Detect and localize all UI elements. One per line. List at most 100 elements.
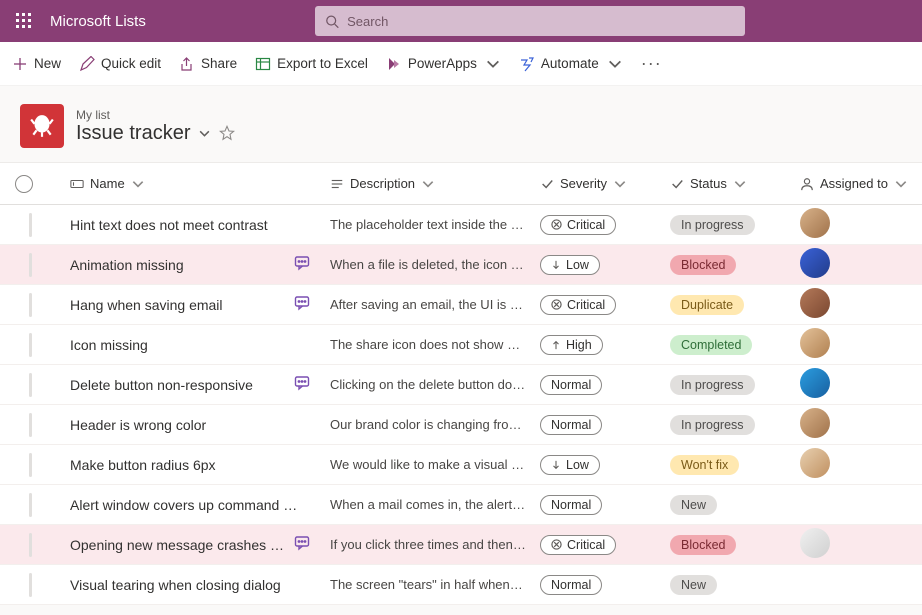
column-assigned-to[interactable]: Assigned to <box>800 176 910 191</box>
column-severity[interactable]: Severity <box>540 176 670 191</box>
cell-status[interactable]: New <box>670 575 800 595</box>
export-label: Export to Excel <box>277 56 368 71</box>
cell-assigned-to[interactable] <box>800 328 910 361</box>
table-row[interactable]: Header is wrong colorOur brand color is … <box>0 405 922 445</box>
column-status[interactable]: Status <box>670 176 800 191</box>
avatar[interactable] <box>800 368 830 398</box>
cell-status[interactable]: Blocked <box>670 535 800 555</box>
cell-severity[interactable]: Critical <box>540 215 670 235</box>
table-row[interactable]: Visual tearing when closing dialogThe sc… <box>0 565 922 605</box>
command-bar: New Quick edit Share Export to Excel Pow… <box>0 42 922 86</box>
cell-description: Our brand color is changing from gr… <box>330 417 540 432</box>
avatar[interactable] <box>800 208 830 238</box>
avatar[interactable] <box>800 288 830 318</box>
export-button[interactable]: Export to Excel <box>255 48 368 80</box>
search-box[interactable] <box>315 6 745 36</box>
table-row[interactable]: Animation missingWhen a file is deleted,… <box>0 245 922 285</box>
more-commands-button[interactable]: ··· <box>641 53 662 74</box>
cell-status[interactable]: In progress <box>670 415 800 435</box>
drag-handle[interactable] <box>29 493 32 517</box>
list-header: My list Issue tracker <box>0 86 922 162</box>
status-badge: In progress <box>670 375 755 395</box>
list-title-dropdown[interactable] <box>198 127 211 140</box>
table-row[interactable]: Opening new message crashes syst…If you … <box>0 525 922 565</box>
cell-assigned-to[interactable] <box>800 528 910 561</box>
cell-status[interactable]: In progress <box>670 215 800 235</box>
favorite-star-icon[interactable] <box>219 125 235 141</box>
cell-severity[interactable]: Normal <box>540 415 670 435</box>
cell-status[interactable]: In progress <box>670 375 800 395</box>
avatar[interactable] <box>800 248 830 278</box>
cell-description: When a mail comes in, the alert toast… <box>330 497 540 512</box>
cell-name[interactable]: Alert window covers up command … <box>70 497 330 513</box>
avatar[interactable] <box>800 448 830 478</box>
cell-assigned-to[interactable] <box>800 208 910 241</box>
breadcrumb[interactable]: My list <box>76 108 235 122</box>
select-all-checkbox[interactable] <box>15 175 33 193</box>
drag-handle[interactable] <box>29 373 32 397</box>
drag-handle[interactable] <box>29 413 32 437</box>
new-button[interactable]: New <box>12 48 61 80</box>
cell-name[interactable]: Delete button non-responsive <box>70 375 330 394</box>
cell-assigned-to[interactable] <box>800 408 910 441</box>
drag-handle[interactable] <box>29 533 32 557</box>
quick-edit-button[interactable]: Quick edit <box>79 48 161 80</box>
cell-status[interactable]: Won't fix <box>670 455 800 475</box>
cell-name[interactable]: Header is wrong color <box>70 417 330 433</box>
cell-name[interactable]: Hang when saving email <box>70 295 330 314</box>
powerapps-button[interactable]: PowerApps <box>386 48 501 80</box>
cell-name[interactable]: Hint text does not meet contrast <box>70 217 330 233</box>
cell-status[interactable]: Duplicate <box>670 295 800 315</box>
cell-name[interactable]: Animation missing <box>70 255 330 274</box>
table-row[interactable]: Make button radius 6pxWe would like to m… <box>0 445 922 485</box>
table-row[interactable]: Delete button non-responsiveClicking on … <box>0 365 922 405</box>
cell-assigned-to[interactable] <box>800 288 910 321</box>
table-row[interactable]: Icon missingThe share icon does not show… <box>0 325 922 365</box>
cell-severity[interactable]: Critical <box>540 295 670 315</box>
chevron-down-icon <box>613 177 627 191</box>
cell-severity[interactable]: Normal <box>540 375 670 395</box>
cell-name[interactable]: Opening new message crashes syst… <box>70 535 330 554</box>
search-input[interactable] <box>347 14 735 29</box>
cell-severity[interactable]: Critical <box>540 535 670 555</box>
table-row[interactable]: Hang when saving emailAfter saving an em… <box>0 285 922 325</box>
drag-handle[interactable] <box>29 293 32 317</box>
avatar[interactable] <box>800 408 830 438</box>
cell-status[interactable]: New <box>670 495 800 515</box>
app-launcher-icon[interactable] <box>8 5 40 37</box>
status-badge: In progress <box>670 415 755 435</box>
cell-name[interactable]: Icon missing <box>70 337 330 353</box>
cell-assigned-to[interactable] <box>800 248 910 281</box>
drag-handle[interactable] <box>29 333 32 357</box>
drag-handle[interactable] <box>29 453 32 477</box>
chevron-down-icon <box>894 177 908 191</box>
cell-status[interactable]: Completed <box>670 335 800 355</box>
drag-handle[interactable] <box>29 213 32 237</box>
cell-severity[interactable]: Normal <box>540 575 670 595</box>
drag-handle[interactable] <box>29 573 32 597</box>
cell-name[interactable]: Make button radius 6px <box>70 457 330 473</box>
cell-assigned-to[interactable] <box>800 368 910 401</box>
cell-status[interactable]: Blocked <box>670 255 800 275</box>
cell-name[interactable]: Visual tearing when closing dialog <box>70 577 330 593</box>
avatar[interactable] <box>800 328 830 358</box>
comment-icon[interactable] <box>294 535 310 554</box>
table-row[interactable]: Hint text does not meet contrastThe plac… <box>0 205 922 245</box>
share-button[interactable]: Share <box>179 48 237 80</box>
table-row[interactable]: Alert window covers up command …When a m… <box>0 485 922 525</box>
cell-severity[interactable]: High <box>540 335 670 355</box>
comment-icon[interactable] <box>294 255 310 274</box>
status-badge: Won't fix <box>670 455 739 475</box>
drag-handle[interactable] <box>29 253 32 277</box>
comment-icon[interactable] <box>294 295 310 314</box>
comment-icon[interactable] <box>294 375 310 394</box>
cell-severity[interactable]: Normal <box>540 495 670 515</box>
cell-assigned-to[interactable] <box>800 448 910 481</box>
cell-severity[interactable]: Low <box>540 455 670 475</box>
cell-severity[interactable]: Low <box>540 255 670 275</box>
column-description[interactable]: Description <box>330 176 540 191</box>
automate-button[interactable]: Automate <box>519 48 623 80</box>
search-icon <box>325 14 339 29</box>
column-name[interactable]: Name <box>70 176 330 191</box>
avatar[interactable] <box>800 528 830 558</box>
